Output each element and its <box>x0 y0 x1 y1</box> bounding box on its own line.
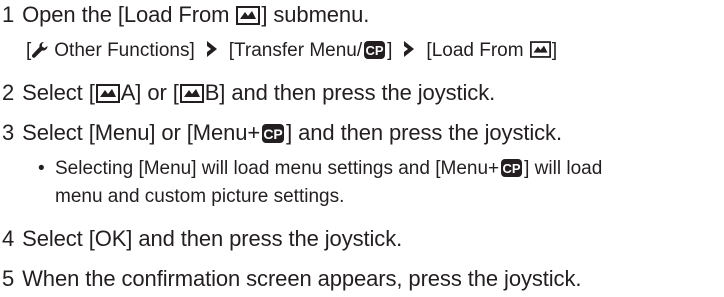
step-text: A] or [ <box>120 80 179 105</box>
step-3: 3 Select [Menu] or [Menu+ CP] and then pre… <box>2 120 562 146</box>
menu-path: [Other Functions] [Transfer Menu/CP] [Load… <box>26 39 557 63</box>
memory-card-icon <box>179 84 204 103</box>
step-4: 4 Select [OK] and then press the joystick… <box>2 226 402 252</box>
step-number: 4 <box>2 226 15 251</box>
arrow-right-icon <box>202 39 222 59</box>
path-item-load-from: [Load From <box>426 40 529 61</box>
path-item-other-functions: Other Functions] <box>54 40 195 61</box>
svg-text:CP: CP <box>264 126 283 142</box>
step-number: 2 <box>2 80 15 105</box>
bullet-dot: • <box>38 158 45 179</box>
custom-picture-icon: CP <box>501 159 523 177</box>
wrench-icon <box>31 41 48 59</box>
note-line-2: menu and custom picture settings. <box>55 185 344 209</box>
memory-card-icon <box>236 6 261 25</box>
svg-text:CP: CP <box>366 43 384 58</box>
custom-picture-icon: CP <box>364 41 386 59</box>
path-item-transfer-menu: [Transfer Menu/ <box>228 40 363 61</box>
step-1: 1 Open the [Load From ] submenu. <box>2 2 369 28</box>
step-text: Select [Menu] or [Menu+ <box>22 120 261 145</box>
step-number: 3 <box>2 120 15 145</box>
step-text: ] submenu. <box>261 2 370 27</box>
step-text: B] and then press the joystick. <box>204 80 496 105</box>
note-text: Selecting [Menu] will load menu settings… <box>55 158 500 179</box>
step-5: 5 When the confirmation screen appears, p… <box>2 266 581 292</box>
svg-text:CP: CP <box>503 161 521 176</box>
custom-picture-icon: CP <box>262 124 285 143</box>
arrow-right-icon <box>399 39 419 59</box>
step-text: Select [OK] and then press the joystick. <box>22 226 403 251</box>
step-text: Open the [Load From <box>22 2 236 27</box>
step-number: 1 <box>2 2 15 27</box>
step-text: ] and then press the joystick. <box>286 120 562 145</box>
step-text: Select [ <box>22 80 95 105</box>
memory-card-icon <box>95 84 120 103</box>
step-text: When the confirmation screen appears, pr… <box>22 266 582 291</box>
note-text: menu and custom picture settings. <box>55 186 345 207</box>
note-line-1: Selecting [Menu] will load menu settings… <box>55 157 602 181</box>
step-2: 2 Select [ A] or [ B] and then press the jo… <box>2 80 495 106</box>
memory-card-icon <box>529 41 551 58</box>
bracket: ] <box>387 40 393 61</box>
step-number: 5 <box>2 266 15 291</box>
note-text: ] will load <box>524 158 603 179</box>
bracket: ] <box>551 40 558 61</box>
